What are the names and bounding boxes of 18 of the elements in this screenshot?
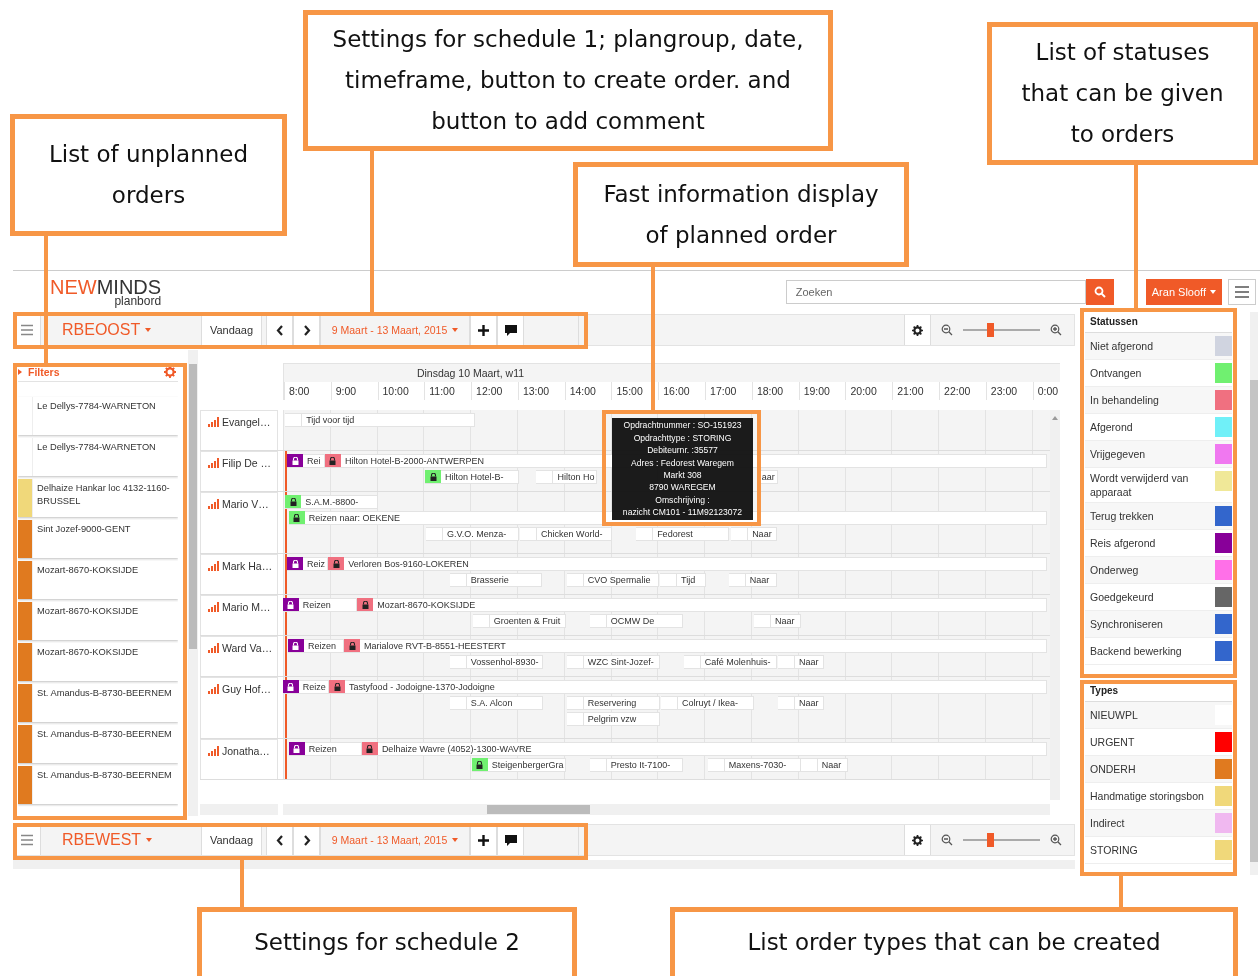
callout-text: List of unplanned orders bbox=[47, 140, 250, 210]
logo-text: NEW bbox=[50, 275, 97, 298]
tooltip-text: Debiteurnr. :35577 bbox=[647, 444, 718, 457]
tooltip-text: 8790 WAREGEM bbox=[649, 481, 716, 494]
callout-text: Fast information display of planned order bbox=[602, 179, 880, 250]
tooltip-text: Omschrijving : bbox=[655, 493, 710, 507]
day-header: Dinsdag 10 Maart, w11 bbox=[416, 367, 525, 379]
callout-text: List order types that can be created bbox=[747, 928, 1161, 957]
callout-text: Settings for schedule 1; plangroup, date, timeframe, button to create order. and button to add comment bbox=[331, 25, 805, 136]
callout-text: List of statuses that can be given to orders bbox=[1020, 38, 1225, 149]
logo-subtitle: planbord bbox=[114, 294, 162, 307]
tooltip-text: Adres : Fedorest Waregem bbox=[631, 456, 734, 469]
tooltip-text: Opdrachttype : STORING bbox=[633, 431, 732, 445]
tooltip-text: nazicht CM101 - 11M92123072 bbox=[622, 506, 743, 519]
hour-label: 0:00 bbox=[1032, 382, 1060, 400]
callout-text: Settings for schedule 2 bbox=[254, 928, 520, 957]
tooltip-text: Markt 308 bbox=[663, 469, 702, 482]
tooltip-text: Opdrachtnummer : SO-151923 bbox=[623, 419, 742, 432]
